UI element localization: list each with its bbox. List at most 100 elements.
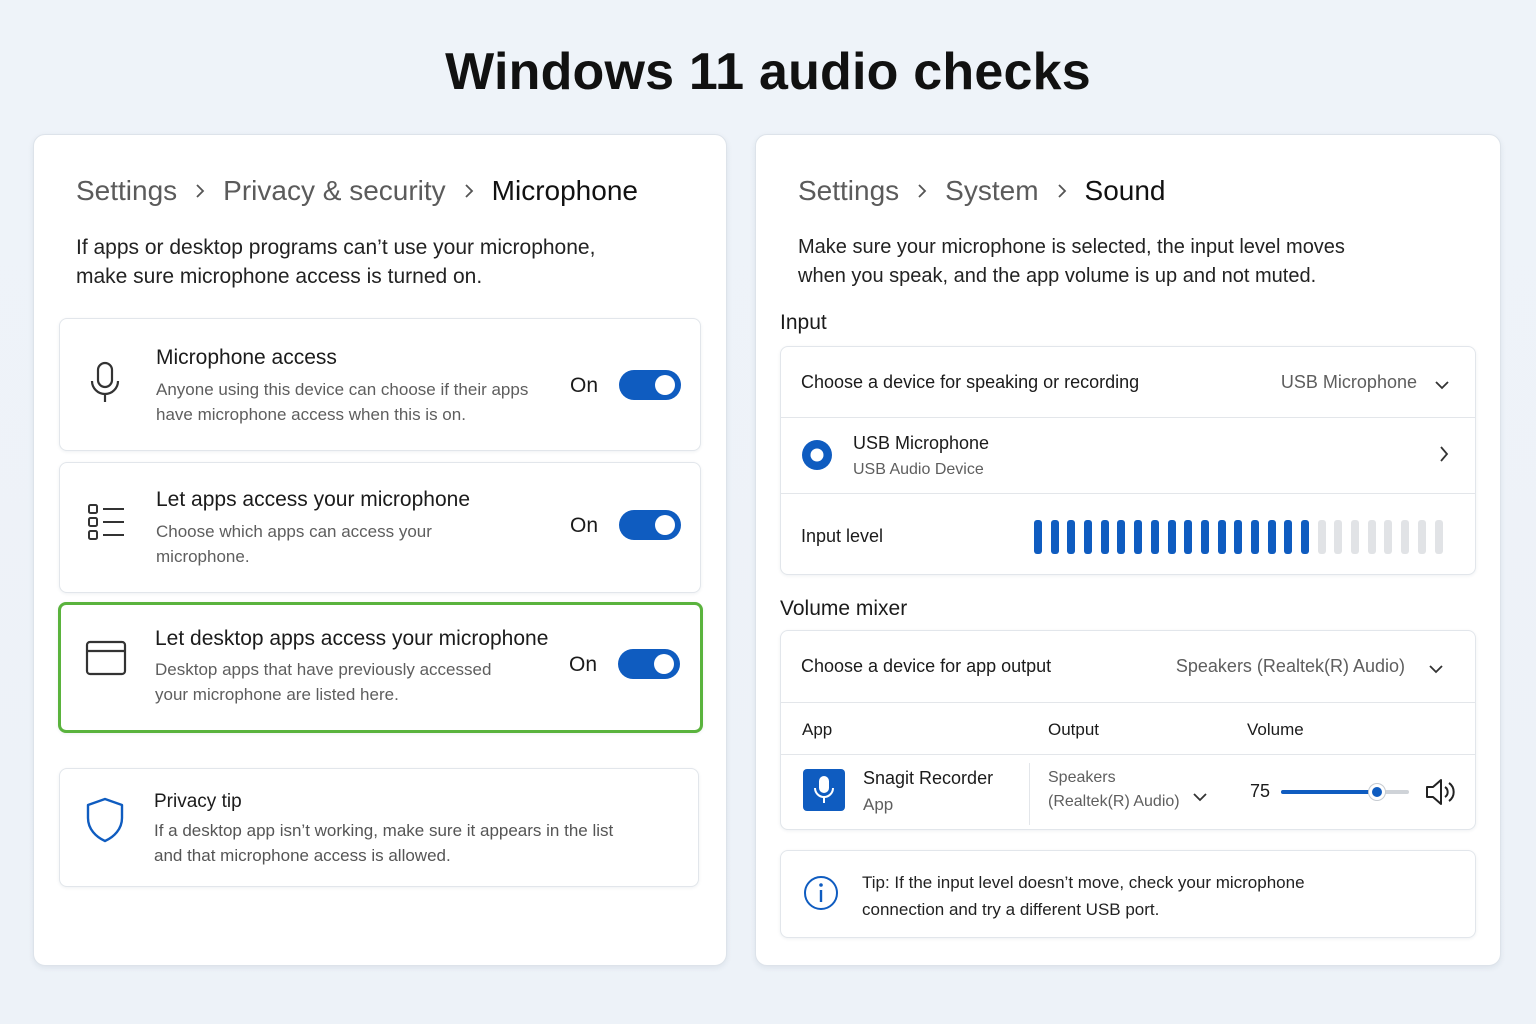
chevron-right-icon [917,183,927,199]
input-level-bar [1301,520,1309,554]
intro-text: If apps or desktop programs can’t use yo… [76,236,596,288]
breadcrumb-system[interactable]: System [945,175,1038,207]
let-desktop-apps-access-toggle[interactable] [618,649,680,679]
output-device-prompt: Choose a device for app output [801,656,1052,676]
setting-description: Desktop apps that have previously access… [155,660,492,704]
input-level-label: Input level [801,526,884,546]
toggle-knob [654,654,674,674]
input-level-bar [1217,520,1226,554]
chevron-right-icon [1439,445,1449,468]
let-apps-access-toggle[interactable] [619,510,681,540]
tip-text: Tip: If the input level doesn’t move, ch… [862,873,1305,919]
input-level-bar [1084,520,1093,554]
input-level-bar [1250,520,1259,554]
app-volume-value: 75 [1250,781,1271,801]
input-level-bar [1284,520,1293,554]
volume-mixer-section-label: Volume mixer [780,597,908,620]
breadcrumb-sound: Sound [1084,175,1166,206]
input-level-bar [1367,520,1376,554]
mixer-column-headers: App Output Volume [781,702,1475,754]
input-level-bar [1167,520,1176,554]
input-level-bar [1184,520,1193,554]
input-level-bar [1384,520,1393,554]
input-level-bar [1034,520,1042,554]
input-device-dropdown[interactable]: Choose a device for speaking or recordin… [781,347,1475,417]
input-level-bar [1351,520,1360,554]
column-header-output: Output [1048,720,1100,739]
input-level-bar [1050,520,1059,554]
input-level-bar [1134,520,1143,554]
device-name: USB Microphone [853,433,990,453]
microphone-privacy-panel: Settings Privacy & security Microphone I… [33,134,727,966]
microphone-access-toggle[interactable] [619,370,681,400]
breadcrumb: Settings Privacy & security Microphone [76,175,638,207]
setting-description: Anyone using this device can choose if t… [156,380,529,424]
input-section-label: Input [780,311,827,334]
app-microphone-icon [803,769,845,811]
breadcrumb: Settings System Sound [798,175,1166,207]
input-level-bar [1234,520,1243,554]
input-level-bar [1100,520,1109,554]
column-header-app: App [802,720,833,739]
input-level-meter [1034,520,1443,554]
device-type: USB Audio Device [853,461,984,478]
tip-card: Tip: If the input level doesn’t move, ch… [780,850,1476,938]
input-level-bar [1401,520,1410,554]
app-output-line1: Speakers [1048,769,1116,786]
column-divider [1029,763,1030,825]
chevron-down-icon [1429,661,1443,679]
usb-microphone-row[interactable]: USB Microphone USB Audio Device [781,417,1475,493]
input-group: Choose a device for speaking or recordin… [780,346,1476,575]
breadcrumb-privacy-security[interactable]: Privacy & security [223,175,446,207]
app-list-icon [86,501,126,546]
input-level-bar [1117,520,1126,554]
chevron-down-icon [1435,377,1449,395]
input-level-bar [1317,520,1326,554]
setting-title: Let desktop apps access your microphone [155,627,549,650]
let-apps-access-card: Let apps access your microphone Choose w… [59,462,701,593]
app-volume-slider[interactable] [1281,784,1409,800]
app-output-dropdown[interactable]: Speakers (Realtek(R) Audio) [1043,769,1223,819]
privacy-tip-text: If a desktop app isn’t working, make sur… [154,821,614,865]
page-title: Windows 11 audio checks [445,43,1091,101]
chevron-right-icon [195,183,205,199]
input-level-bar [1434,520,1443,554]
input-level-bar [1200,520,1209,554]
column-header-volume: Volume [1247,720,1304,739]
breadcrumb-settings[interactable]: Settings [76,175,177,207]
desktop-window-icon [85,639,127,682]
intro-text: Make sure your microphone is selected, t… [798,236,1345,287]
output-device-dropdown[interactable]: Choose a device for app output Speakers … [781,631,1475,702]
toggle-state-label: On [570,374,599,397]
input-level-bar [1267,520,1276,554]
toggle-state-label: On [569,653,598,676]
setting-title: Let apps access your microphone [156,488,471,511]
let-desktop-apps-access-card: Let desktop apps access your microphone … [58,602,703,733]
app-volume-row: Snagit Recorder App Speakers (Realtek(R)… [781,754,1475,831]
volume-slider-thumb[interactable] [1369,784,1385,800]
input-level-bar [1067,520,1076,554]
volume-slider-fill [1281,790,1377,794]
privacy-tip-card: Privacy tip If a desktop app isn’t worki… [59,768,699,887]
shield-icon [84,796,126,849]
microphone-access-card: Microphone access Anyone using this devi… [59,318,701,451]
chevron-down-icon [1193,789,1207,807]
sound-settings-panel: Settings System Sound Make sure your mic… [755,134,1501,966]
app-name: Snagit Recorder [863,768,994,788]
microphone-icon [88,361,122,410]
selected-input-device: USB Microphone [1280,372,1417,392]
toggle-state-label: On [570,514,599,537]
radio-selected-icon [801,439,833,476]
toggle-knob [655,375,675,395]
chevron-right-icon [464,183,474,199]
input-level-bar [1417,520,1426,554]
speaker-volume-icon[interactable] [1424,777,1458,812]
setting-title: Microphone access [156,346,337,369]
breadcrumb-microphone: Microphone [491,175,638,206]
breadcrumb-settings[interactable]: Settings [798,175,899,207]
app-output-line2: (Realtek(R) Audio) [1048,793,1180,810]
input-level-bar [1150,520,1159,554]
privacy-tip-title: Privacy tip [154,791,242,812]
setting-description: Choose which apps can access your microp… [156,522,432,566]
toggle-knob [655,515,675,535]
